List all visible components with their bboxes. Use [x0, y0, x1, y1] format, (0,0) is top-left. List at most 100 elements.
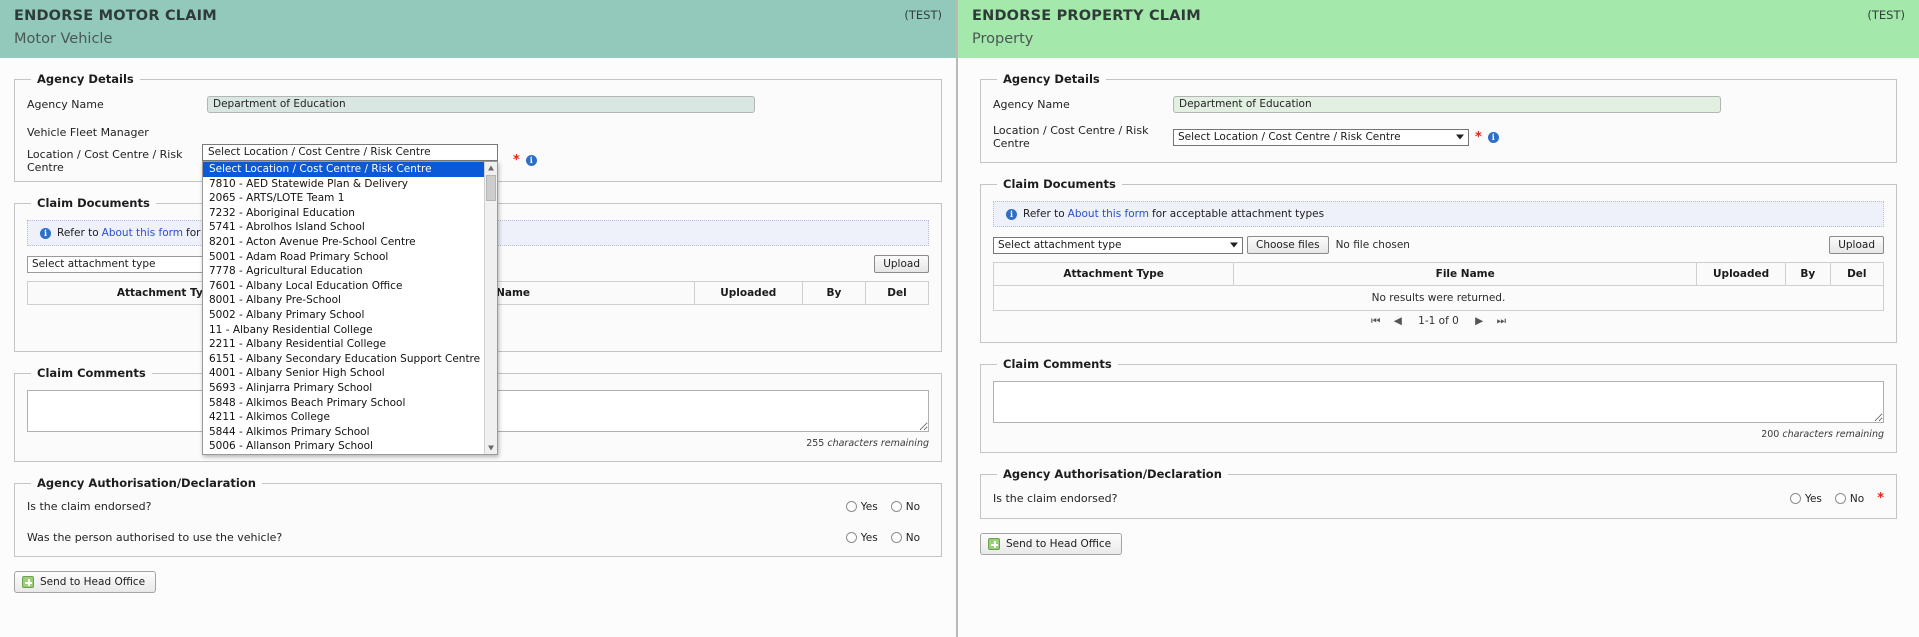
property-location-select[interactable]: Select Location / Cost Centre / Risk Cen…	[1173, 128, 1469, 146]
info-icon: i	[1006, 208, 1017, 220]
property-agency-name-row: Agency Name Department of Education	[993, 96, 1884, 113]
motor-upload-button[interactable]: Upload	[874, 255, 929, 273]
motor-location-info-icon[interactable]: i	[525, 155, 537, 166]
motor-claim-documents-legend: Claim Documents	[37, 196, 150, 210]
dropdown-option[interactable]: 5848 - Alkimos Beach Primary School	[203, 396, 497, 411]
dropdown-option[interactable]: 5001 - Adam Road Primary School	[203, 250, 497, 265]
info-icon: i	[40, 227, 51, 239]
property-endorsed-question-row: Is the claim endorsed? Yes No *	[993, 491, 1884, 506]
property-char-count: 200 characters remaining	[993, 429, 1884, 440]
property-declaration-legend: Agency Authorisation/Declaration	[1003, 467, 1222, 481]
motor-page-title: ENDORSE MOTOR CLAIM	[14, 8, 217, 24]
property-location-info-icon[interactable]: i	[1487, 131, 1499, 143]
property-attachment-upload-row: Select attachment type Choose files No f…	[993, 236, 1884, 254]
property-declaration-fieldset: Agency Authorisation/Declaration Is the …	[980, 467, 1897, 519]
chevron-down-icon	[1456, 134, 1464, 140]
motor-claim-panel: ENDORSE MOTOR CLAIM Motor Vehicle (TEST)…	[0, 0, 958, 637]
motor-location-dropdown[interactable]: Select Location / Cost Centre / Risk Cen…	[202, 144, 498, 455]
motor-authorised-yes-radio[interactable]	[845, 532, 857, 543]
motor-char-count-suffix: characters remaining	[827, 438, 929, 449]
motor-fleet-manager-label: Vehicle Fleet Manager	[27, 126, 149, 139]
dropdown-option[interactable]: 4001 - Albany Senior High School	[203, 366, 497, 381]
property-char-count-number: 200	[1761, 429, 1780, 440]
motor-banner: ENDORSE MOTOR CLAIM Motor Vehicle (TEST)	[0, 0, 956, 58]
property-empty-message: No results were returned.	[993, 285, 1884, 311]
scroll-up-arrow-icon[interactable]	[485, 162, 497, 174]
property-attachment-info-bar: i Refer to About this form for acceptabl…	[993, 201, 1884, 227]
property-page-subtitle: Property	[972, 31, 1034, 47]
motor-agency-name-label: Agency Name	[27, 98, 104, 111]
dropdown-option[interactable]: 8001 - Albany Pre-School	[203, 293, 497, 308]
dropdown-option[interactable]: 7601 - Albany Local Education Office	[203, 279, 497, 294]
property-attachment-type-select[interactable]: Select attachment type	[993, 236, 1243, 254]
motor-authorised-question-label: Was the person authorised to use the veh…	[27, 531, 283, 544]
pager-prev-icon[interactable]: ◀	[1394, 315, 1402, 327]
motor-endorsed-no-radio[interactable]	[890, 501, 902, 512]
dropdown-option[interactable]: 2065 - ARTS/LOTE Team 1	[203, 191, 497, 206]
motor-agency-details-legend: Agency Details	[37, 72, 134, 86]
motor-char-count-number: 255	[806, 438, 825, 449]
dropdown-option[interactable]: 11 - Albany Residential College	[203, 323, 497, 338]
motor-endorsed-yes-radio[interactable]	[845, 501, 857, 512]
scroll-down-arrow-icon[interactable]	[485, 441, 497, 454]
property-no-file-chosen-text: No file chosen	[1335, 239, 1410, 251]
dropdown-option[interactable]: 8201 - Acton Avenue Pre-School Centre	[203, 235, 497, 250]
dropdown-scrollbar[interactable]	[484, 162, 497, 454]
motor-page-subtitle: Motor Vehicle	[14, 31, 113, 47]
property-endorsed-radio-group: Yes No *	[1789, 491, 1884, 506]
property-upload-button[interactable]: Upload	[1829, 236, 1884, 254]
property-agency-details-legend: Agency Details	[1003, 72, 1100, 86]
property-info-suffix: for acceptable attachment types	[1152, 208, 1325, 220]
motor-location-dropdown-list[interactable]: Select Location / Cost Centre / Risk Cen…	[202, 161, 498, 455]
motor-about-this-form-link[interactable]: About this form	[102, 227, 183, 239]
motor-send-button-label: Send to Head Office	[40, 576, 146, 588]
property-endorsed-required-marker: *	[1877, 491, 1884, 506]
motor-col-by: By	[801, 281, 866, 305]
pager-next-icon[interactable]: ▶	[1475, 315, 1483, 327]
motor-info-prefix: Refer to	[57, 227, 99, 239]
property-claim-comments-legend: Claim Comments	[1003, 357, 1112, 371]
dropdown-option[interactable]: 5006 - Allanson Primary School	[203, 439, 497, 454]
pager-last-icon[interactable]: ⏭	[1497, 315, 1506, 327]
property-endorsed-yes-radio[interactable]	[1789, 493, 1801, 504]
dropdown-option[interactable]: 2211 - Albany Residential College	[203, 337, 497, 352]
motor-fleet-manager-field[interactable]	[207, 124, 755, 141]
property-send-to-head-office-button[interactable]: Send to Head Office	[980, 533, 1123, 555]
property-choose-files-button[interactable]: Choose files	[1247, 236, 1329, 254]
property-attachments-table: Attachment Type File Name Uploaded By De…	[992, 262, 1885, 311]
property-col-by: By	[1785, 262, 1831, 286]
motor-location-dropdown-closed-value[interactable]: Select Location / Cost Centre / Risk Cen…	[202, 144, 498, 161]
motor-agency-name-field[interactable]: Department of Education	[207, 96, 755, 113]
property-about-this-form-link[interactable]: About this form	[1068, 208, 1149, 220]
pager-first-icon[interactable]: ⏮	[1371, 315, 1380, 327]
property-info-prefix: Refer to	[1023, 208, 1065, 220]
dropdown-option[interactable]: 7778 - Agricultural Education	[203, 264, 497, 279]
dropdown-option[interactable]: 4211 - Alkimos College	[203, 410, 497, 425]
property-claim-panel: ENDORSE PROPERTY CLAIM Property (TEST) A…	[958, 0, 1919, 637]
motor-authorised-no-radio[interactable]	[890, 532, 902, 543]
property-claim-comments-fieldset: Claim Comments 200 characters remaining	[980, 357, 1897, 453]
motor-endorsed-no-label: No	[905, 500, 920, 513]
motor-send-to-head-office-button[interactable]: Send to Head Office	[14, 571, 157, 593]
dropdown-option[interactable]: 5693 - Alinjarra Primary School	[203, 381, 497, 396]
dropdown-option[interactable]: 7810 - AED Statewide Plan & Delivery	[203, 177, 497, 192]
property-agency-name-field[interactable]: Department of Education	[1173, 96, 1721, 113]
dropdown-option[interactable]: 7232 - Aboriginal Education	[203, 206, 497, 221]
dropdown-option[interactable]: 5002 - Albany Primary School	[203, 308, 497, 323]
plus-icon	[22, 576, 34, 588]
property-claim-comments-textarea[interactable]	[993, 381, 1884, 423]
dropdown-option[interactable]: 5844 - Alkimos Primary School	[203, 425, 497, 440]
property-page-title: ENDORSE PROPERTY CLAIM	[972, 8, 1201, 24]
motor-col-del: Del	[864, 281, 930, 305]
scrollbar-thumb[interactable]	[486, 175, 496, 201]
motor-location-required-marker: *	[513, 153, 520, 168]
table-header-row: Attachment Type File Name Uploaded By De…	[992, 262, 1885, 286]
dropdown-option[interactable]: 5741 - Abrolhos Island School	[203, 220, 497, 235]
property-send-button-label: Send to Head Office	[1006, 538, 1112, 550]
property-endorsed-no-radio[interactable]	[1834, 493, 1846, 504]
motor-col-uploaded: Uploaded	[693, 281, 803, 305]
dropdown-option[interactable]: Select Location / Cost Centre / Risk Cen…	[203, 162, 497, 177]
dropdown-option[interactable]: 6151 - Albany Secondary Education Suppor…	[203, 352, 497, 367]
plus-icon	[988, 538, 1000, 550]
motor-fleet-manager-row: Vehicle Fleet Manager	[27, 124, 929, 141]
